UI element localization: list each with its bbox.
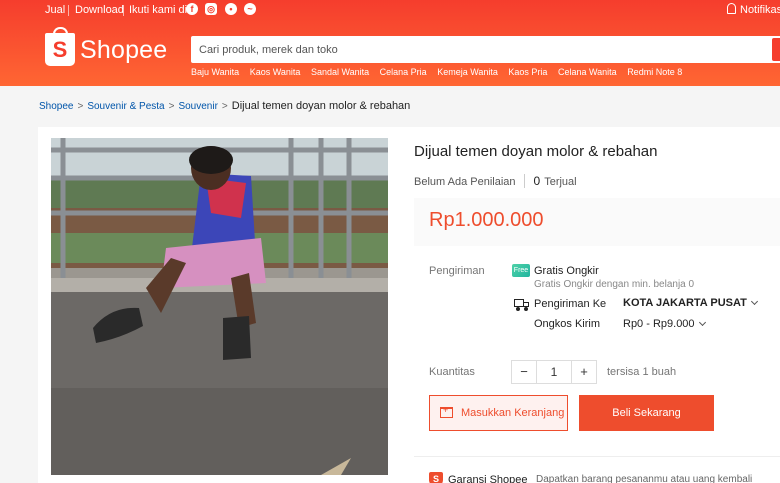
search-bar [191, 36, 780, 63]
shopping-bag-icon: S [45, 27, 75, 66]
suggestion-link[interactable]: Celana Wanita [558, 67, 617, 77]
shipping-cost-value: Rp0 - Rp9.000 [623, 318, 695, 330]
guarantee-title[interactable]: Garansi Shopee [448, 474, 528, 483]
buy-now-button[interactable]: Beli Sekarang [579, 395, 714, 431]
chevron-down-icon [698, 318, 706, 327]
add-to-cart-label: Masukkan Keranjang [461, 407, 565, 419]
add-to-cart-button[interactable]: Masukkan Keranjang [429, 395, 568, 431]
header: Jual Download Ikuti kami di f ◎ • ~ Noti… [0, 0, 780, 86]
truck-icon [514, 299, 530, 311]
divider [523, 174, 525, 188]
instagram-icon[interactable]: ◎ [205, 3, 217, 15]
facebook-icon[interactable]: f [186, 3, 198, 15]
twitter-icon[interactable]: ~ [244, 3, 256, 15]
download-link[interactable]: Download [75, 4, 124, 16]
logo-text: Shopee [80, 36, 168, 64]
suggestion-link[interactable]: Redmi Note 8 [627, 67, 682, 77]
divider [414, 456, 780, 457]
free-shipping-note: Gratis Ongkir dengan min. belanja 0 [534, 279, 695, 290]
suggestion-link[interactable]: Kaos Pria [508, 67, 547, 77]
product-price: Rp1.000.000 [429, 209, 544, 231]
quantity-stepper: − 1 + [511, 360, 597, 384]
product-photo [51, 138, 388, 475]
breadcrumb-link[interactable]: Shopee [39, 101, 73, 112]
shield-icon: S [429, 472, 443, 483]
chevron-right-icon: > [77, 101, 84, 112]
product-title: Dijual temen doyan molor & rebahan [414, 143, 658, 160]
top-bar: Jual Download Ikuti kami di f ◎ • ~ Noti… [0, 0, 780, 20]
suggestion-link[interactable]: Baju Wanita [191, 67, 239, 77]
follow-label: Ikuti kami di [129, 4, 188, 16]
notifications-label: Notifikasi [740, 4, 780, 16]
search-suggestions: Baju Wanita Kaos Wanita Sandal Wanita Ce… [191, 67, 690, 77]
free-shipping-icon: Free [512, 264, 530, 277]
sold-label: Terjual [544, 176, 577, 188]
notifications-link[interactable]: Notifikasi [727, 3, 780, 16]
search-button[interactable] [772, 38, 780, 61]
ship-to-label: Pengiriman Ke [534, 298, 607, 310]
free-shipping-title: Gratis Ongkir [534, 265, 599, 277]
suggestion-link[interactable]: Sandal Wanita [311, 67, 369, 77]
product-image[interactable] [51, 138, 388, 475]
breadcrumb-link[interactable]: Souvenir [178, 101, 217, 112]
decrease-button[interactable]: − [512, 361, 536, 383]
breadcrumb: Shopee > Souvenir & Pesta > Souvenir > Dijual … [39, 100, 410, 112]
rating-text[interactable]: Belum Ada Penilaian [414, 176, 516, 188]
increase-button[interactable]: + [572, 361, 596, 383]
divider [68, 5, 69, 16]
suggestion-link[interactable]: Kemeja Wanita [437, 67, 498, 77]
stock-text: tersisa 1 buah [607, 366, 677, 378]
cart-icon [440, 405, 453, 418]
shipping-cost-select[interactable]: Rp0 - Rp9.000 [623, 318, 706, 330]
line-icon[interactable]: • [225, 3, 237, 15]
chevron-down-icon [750, 297, 758, 306]
sell-link[interactable]: Jual [45, 4, 65, 16]
suggestion-link[interactable]: Celana Pria [380, 67, 427, 77]
quantity-input[interactable]: 1 [536, 361, 572, 383]
ship-to-select[interactable]: KOTA JAKARTA PUSAT [623, 297, 758, 309]
chevron-right-icon: > [221, 101, 228, 112]
search-input[interactable] [199, 36, 759, 63]
guarantee-subtitle: Dapatkan barang pesananmu atau uang kemb… [536, 474, 753, 483]
chevron-right-icon: > [168, 101, 175, 112]
shipping-label: Pengiriman [429, 265, 485, 277]
sold-count: 0 [533, 174, 541, 188]
product-meta: Belum Ada Penilaian 0 Terjual [414, 174, 577, 188]
shipping-cost-label: Ongkos Kirim [534, 318, 601, 330]
breadcrumb-current: Dijual temen doyan molor & rebahan [231, 100, 411, 112]
divider [123, 5, 124, 16]
bell-icon [727, 3, 736, 14]
breadcrumb-link[interactable]: Souvenir & Pesta [87, 101, 164, 112]
quantity-label: Kuantitas [429, 366, 475, 378]
suggestion-link[interactable]: Kaos Wanita [250, 67, 301, 77]
ship-to-value: KOTA JAKARTA PUSAT [623, 297, 747, 309]
